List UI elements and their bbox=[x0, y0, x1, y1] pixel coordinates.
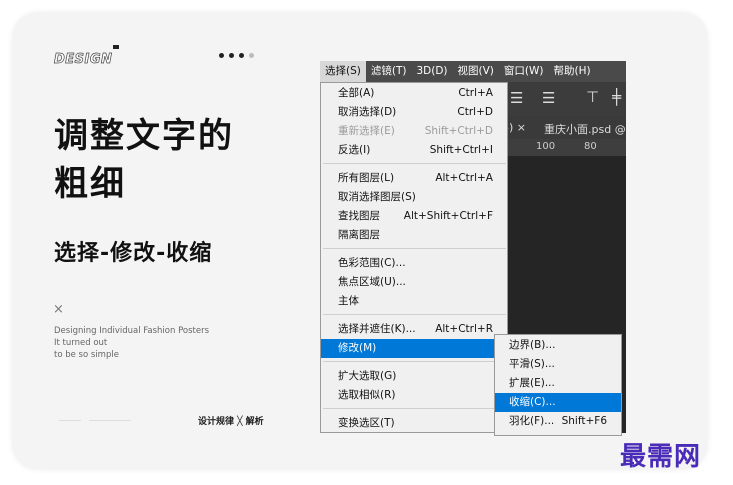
menu-item-find-layers[interactable]: 查找图层 Alt+Shift+Ctrl+F bbox=[321, 207, 507, 226]
menu-separator bbox=[323, 361, 506, 362]
caption-line: Designing Individual Fashion Posters bbox=[54, 326, 210, 336]
pagination-dot bbox=[219, 53, 224, 58]
menu-item-reselect[interactable]: 重新选择(E) Shift+Ctrl+D bbox=[321, 122, 507, 141]
menu-item-color-range[interactable]: 色彩范围(C)... bbox=[321, 254, 507, 273]
submenu-item-contract[interactable]: 收缩(C)... bbox=[495, 393, 621, 412]
submenu-item-smooth[interactable]: 平滑(S)... bbox=[495, 355, 621, 374]
page-subtitle: 选择-修改-收缩 bbox=[54, 241, 213, 266]
menubar: 选择(S) 滤镜(T) 3D(D) 视图(V) 窗口(W) 帮助(H) bbox=[320, 61, 626, 82]
submenu-item-expand[interactable]: 扩展(E)... bbox=[495, 374, 621, 393]
menu-item-subject[interactable]: 主体 bbox=[321, 292, 507, 311]
menu-help[interactable]: 帮助(H) bbox=[548, 61, 595, 82]
submenu-item-border[interactable]: 边界(B)... bbox=[495, 336, 621, 355]
align-icon[interactable]: ☰ bbox=[510, 89, 523, 107]
menu-item-focus-area[interactable]: 焦点区域(U)... bbox=[321, 273, 507, 292]
menu-item-all[interactable]: 全部(A) Ctrl+A bbox=[321, 84, 507, 103]
menu-separator bbox=[323, 163, 506, 164]
options-toolbar: ☰ ☰ ⊤ ╪ bbox=[500, 82, 626, 116]
menu-separator bbox=[323, 408, 506, 409]
menu-item-isolate-layers[interactable]: 隔离图层 bbox=[321, 226, 507, 245]
page-title: 调整文字的 粗细 bbox=[54, 112, 234, 208]
align-center-icon[interactable]: ☰ bbox=[542, 89, 555, 107]
divider bbox=[59, 420, 81, 421]
menu-filter[interactable]: 滤镜(T) bbox=[366, 61, 412, 82]
menu-item-similar[interactable]: 选取相似(R) bbox=[321, 386, 507, 405]
modify-submenu: 边界(B)... 平滑(S)... 扩展(E)... 收缩(C)... 羽化(F… bbox=[494, 334, 622, 436]
english-caption: Designing Individual Fashion Posters It … bbox=[54, 325, 209, 361]
title-line: 调整文字的 bbox=[54, 116, 234, 156]
title-line: 粗细 bbox=[54, 164, 126, 204]
menu-item-deselect[interactable]: 取消选择(D) Ctrl+D bbox=[321, 103, 507, 122]
ruler: 100 80 bbox=[500, 139, 626, 156]
menu-item-select-and-mask[interactable]: 选择并遮住(K)... Alt+Ctrl+R bbox=[321, 320, 507, 339]
tab-document[interactable]: 重庆小面.psd @ bbox=[544, 121, 626, 137]
pagination-dot bbox=[239, 53, 244, 58]
brand-mark bbox=[113, 45, 119, 49]
divider bbox=[89, 420, 131, 421]
submenu-item-feather[interactable]: 羽化(F)... Shift+F6 bbox=[495, 412, 621, 431]
menu-select[interactable]: 选择(S) bbox=[320, 61, 366, 82]
ruler-label: 80 bbox=[584, 141, 597, 152]
menu-item-all-layers[interactable]: 所有图层(L) Alt+Ctrl+A bbox=[321, 169, 507, 188]
brand-logo: DESIGN bbox=[54, 52, 113, 68]
close-icon: × bbox=[53, 302, 64, 317]
menu-separator bbox=[323, 248, 506, 249]
caption-line: It turned out bbox=[54, 338, 108, 348]
caption-line: to be so simple bbox=[54, 350, 119, 360]
document-tabs: 8) × 重庆小面.psd @ bbox=[500, 116, 626, 139]
menu-3d[interactable]: 3D(D) bbox=[411, 61, 452, 82]
menu-item-transform-selection[interactable]: 变换选区(T) bbox=[321, 414, 507, 433]
menu-item-inverse[interactable]: 反选(I) Shift+Ctrl+I bbox=[321, 141, 507, 160]
pagination-dot bbox=[229, 53, 234, 58]
menu-item-modify[interactable]: 修改(M) ▶ bbox=[321, 339, 507, 358]
align-middle-icon[interactable]: ╪ bbox=[612, 88, 621, 106]
align-top-icon[interactable]: ⊤ bbox=[586, 88, 599, 106]
menu-window[interactable]: 窗口(W) bbox=[499, 61, 549, 82]
poster-card: DESIGN 调整文字的 粗细 选择-修改-收缩 × Designing Ind… bbox=[12, 12, 708, 470]
menu-separator bbox=[323, 314, 506, 315]
menu-item-grow[interactable]: 扩大选取(G) bbox=[321, 367, 507, 386]
footer-label: 设计规律 ╳ 解析 bbox=[198, 417, 264, 427]
watermark: 最需网 bbox=[620, 442, 702, 472]
menu-item-deselect-layers[interactable]: 取消选择图层(S) bbox=[321, 188, 507, 207]
pagination-dot bbox=[249, 53, 254, 58]
select-dropdown-menu: 全部(A) Ctrl+A 取消选择(D) Ctrl+D 重新选择(E) Shif… bbox=[320, 82, 508, 433]
pagination-dots bbox=[219, 53, 254, 58]
menu-view[interactable]: 视图(V) bbox=[453, 61, 499, 82]
ruler-label: 100 bbox=[536, 141, 556, 152]
